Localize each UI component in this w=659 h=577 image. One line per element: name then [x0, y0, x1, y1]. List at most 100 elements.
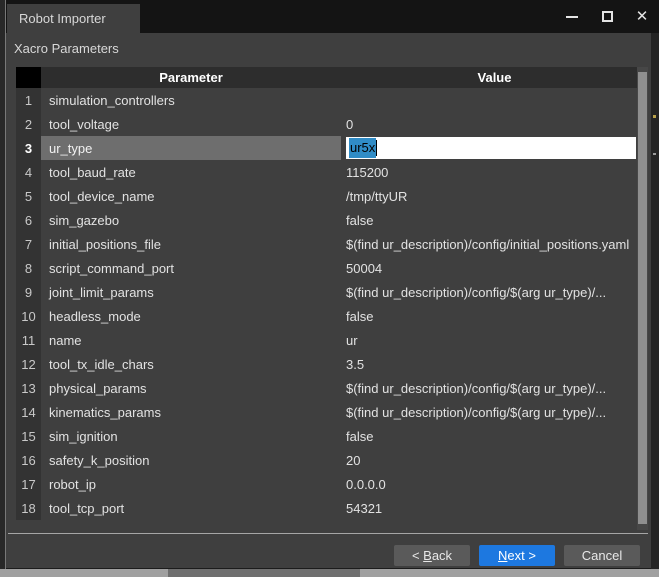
- table-row[interactable]: 14kinematics_params$(find ur_description…: [16, 400, 648, 424]
- minimize-button[interactable]: [564, 9, 580, 25]
- parameter-cell[interactable]: tool_device_name: [41, 184, 341, 208]
- value-cell[interactable]: $(find ur_description)/config/$(arg ur_t…: [341, 400, 636, 424]
- row-number-cell[interactable]: 6: [16, 208, 41, 232]
- row-number-cell[interactable]: 5: [16, 184, 41, 208]
- value-cell[interactable]: ur5x: [341, 136, 636, 160]
- cancel-button[interactable]: Cancel: [564, 545, 640, 566]
- row-number-cell[interactable]: 2: [16, 112, 41, 136]
- table-row[interactable]: 2tool_voltage0: [16, 112, 648, 136]
- row-number-cell[interactable]: 1: [16, 88, 41, 112]
- parameter-cell[interactable]: name: [41, 328, 341, 352]
- value-cell[interactable]: false: [341, 304, 636, 328]
- row-number-cell[interactable]: 7: [16, 232, 41, 256]
- table-row[interactable]: 8script_command_port50004: [16, 256, 648, 280]
- page-title: Xacro Parameters: [14, 41, 119, 56]
- maximize-button[interactable]: [599, 9, 615, 25]
- parameter-cell[interactable]: physical_params: [41, 376, 341, 400]
- value-cell[interactable]: false: [341, 424, 636, 448]
- text-caret: [376, 140, 377, 156]
- window-left-frame: [0, 0, 6, 569]
- value-cell[interactable]: $(find ur_description)/config/$(arg ur_t…: [341, 376, 636, 400]
- row-number-cell[interactable]: 13: [16, 376, 41, 400]
- table-row[interactable]: 18tool_tcp_port54321: [16, 496, 648, 520]
- table-row[interactable]: 11nameur: [16, 328, 648, 352]
- value-cell[interactable]: /tmp/ttyUR: [341, 184, 636, 208]
- window-title: Robot Importer: [19, 11, 106, 26]
- parameter-cell[interactable]: sim_ignition: [41, 424, 341, 448]
- screen: Robot Importer ✕ Xacro Parameters Parame…: [0, 0, 659, 577]
- parameter-cell[interactable]: script_command_port: [41, 256, 341, 280]
- row-number-cell[interactable]: 17: [16, 472, 41, 496]
- table-row[interactable]: 7initial_positions_file$(find ur_descrip…: [16, 232, 648, 256]
- parameter-cell[interactable]: ur_type: [41, 136, 341, 160]
- value-cell[interactable]: ur: [341, 328, 636, 352]
- value-cell[interactable]: 115200: [341, 160, 636, 184]
- row-number-cell[interactable]: 18: [16, 496, 41, 520]
- robot-importer-dialog: Robot Importer ✕ Xacro Parameters Parame…: [0, 0, 651, 569]
- table-row[interactable]: 9joint_limit_params$(find ur_description…: [16, 280, 648, 304]
- table-row[interactable]: 10headless_modefalse: [16, 304, 648, 328]
- next-button[interactable]: Next >: [479, 545, 555, 566]
- value-cell[interactable]: 0.0.0.0: [341, 472, 636, 496]
- value-cell[interactable]: $(find ur_description)/config/$(arg ur_t…: [341, 280, 636, 304]
- parameter-cell[interactable]: robot_ip: [41, 472, 341, 496]
- table-rows: 1simulation_controllers2tool_voltage03ur…: [16, 88, 648, 520]
- back-button[interactable]: < Back: [394, 545, 470, 566]
- row-number-cell[interactable]: 15: [16, 424, 41, 448]
- value-cell[interactable]: 20: [341, 448, 636, 472]
- parameter-cell[interactable]: safety_k_position: [41, 448, 341, 472]
- table-row[interactable]: 3ur_type ur5x: [16, 136, 648, 160]
- background-window-right-strip: [651, 33, 659, 569]
- value-cell[interactable]: 0: [341, 112, 636, 136]
- table-row[interactable]: 4tool_baud_rate115200: [16, 160, 648, 184]
- parameter-cell[interactable]: joint_limit_params: [41, 280, 341, 304]
- selected-text: ur5x: [349, 138, 376, 158]
- close-button[interactable]: ✕: [634, 9, 650, 25]
- table-row[interactable]: 12tool_tx_idle_chars3.5: [16, 352, 648, 376]
- row-number-cell[interactable]: 12: [16, 352, 41, 376]
- value-cell[interactable]: [341, 88, 636, 112]
- row-number-cell[interactable]: 10: [16, 304, 41, 328]
- background-bottom-segment: [168, 569, 360, 577]
- parameter-cell[interactable]: tool_voltage: [41, 112, 341, 136]
- maximize-icon: [602, 11, 613, 22]
- row-number-cell[interactable]: 11: [16, 328, 41, 352]
- parameter-cell[interactable]: tool_baud_rate: [41, 160, 341, 184]
- table-header-row: Parameter Value: [16, 67, 648, 88]
- table-row[interactable]: 1simulation_controllers: [16, 88, 648, 112]
- value-edit-input[interactable]: ur5x: [346, 137, 636, 159]
- table-row[interactable]: 17robot_ip0.0.0.0: [16, 472, 648, 496]
- row-number-cell[interactable]: 16: [16, 448, 41, 472]
- value-cell[interactable]: 50004: [341, 256, 636, 280]
- parameter-cell[interactable]: sim_gazebo: [41, 208, 341, 232]
- parameter-cell[interactable]: tool_tcp_port: [41, 496, 341, 520]
- parameter-cell[interactable]: headless_mode: [41, 304, 341, 328]
- value-cell[interactable]: 3.5: [341, 352, 636, 376]
- table-row[interactable]: 13physical_params$(find ur_description)/…: [16, 376, 648, 400]
- background-speck: [653, 115, 656, 118]
- close-icon: ✕: [636, 9, 649, 24]
- value-cell[interactable]: false: [341, 208, 636, 232]
- table-row[interactable]: 15sim_ignitionfalse: [16, 424, 648, 448]
- table-row[interactable]: 16safety_k_position20: [16, 448, 648, 472]
- table-row[interactable]: 5tool_device_name/tmp/ttyUR: [16, 184, 648, 208]
- parameter-cell[interactable]: tool_tx_idle_chars: [41, 352, 341, 376]
- value-cell[interactable]: 54321: [341, 496, 636, 520]
- column-header-value[interactable]: Value: [341, 67, 648, 88]
- xacro-parameters-table: Parameter Value 1simulation_controllers2…: [16, 67, 648, 530]
- row-number-cell[interactable]: 4: [16, 160, 41, 184]
- vertical-scrollbar[interactable]: [637, 67, 648, 530]
- row-number-cell[interactable]: 3: [16, 136, 41, 160]
- value-cell[interactable]: $(find ur_description)/config/initial_po…: [341, 232, 636, 256]
- row-number-cell[interactable]: 9: [16, 280, 41, 304]
- titlebar[interactable]: Robot Importer ✕: [0, 0, 659, 33]
- row-number-cell[interactable]: 8: [16, 256, 41, 280]
- parameter-cell[interactable]: simulation_controllers: [41, 88, 341, 112]
- parameter-cell[interactable]: kinematics_params: [41, 400, 341, 424]
- background-speck: [653, 153, 656, 155]
- parameter-cell[interactable]: initial_positions_file: [41, 232, 341, 256]
- scrollbar-thumb[interactable]: [638, 72, 647, 524]
- column-header-parameter[interactable]: Parameter: [41, 67, 341, 88]
- row-number-cell[interactable]: 14: [16, 400, 41, 424]
- table-row[interactable]: 6sim_gazebofalse: [16, 208, 648, 232]
